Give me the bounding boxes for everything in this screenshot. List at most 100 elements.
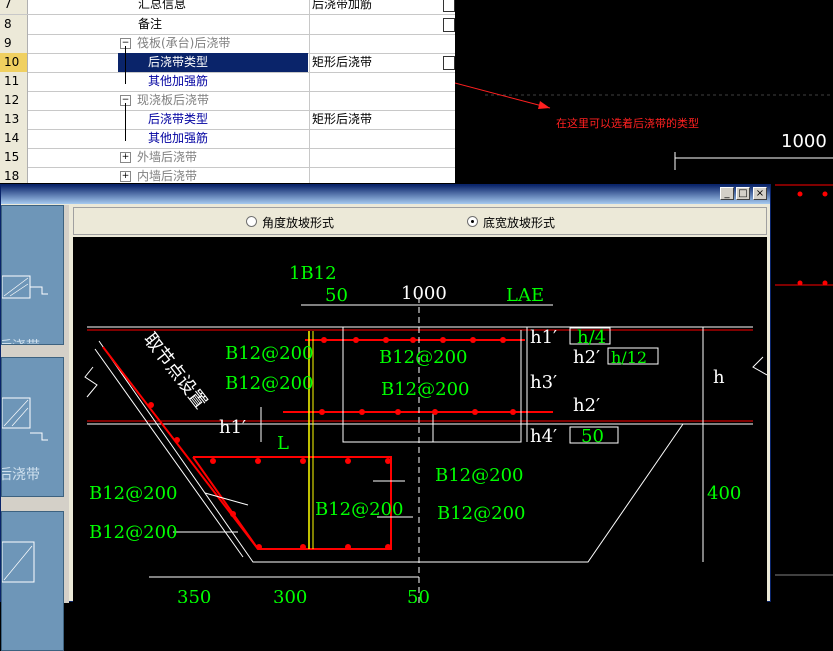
grid-row-18[interactable]: 18 + 内墙后浇带 — [0, 167, 455, 183]
thumb-type-1[interactable]: 底后浇带 — [1, 205, 64, 345]
thumb-preview-icon — [2, 541, 35, 583]
label-h3p: h3′ — [530, 372, 557, 393]
label-b12-7: B12@200 — [315, 499, 404, 520]
label-b12-6: B12@200 — [437, 503, 526, 524]
label-h2p-a: h2′ — [573, 347, 600, 368]
property-grid: 7 汇总信息 后浇带加筋 8 备注 9 − 筏板(承台)后浇带 10 后浇带类型… — [0, 0, 455, 183]
grid-row-12[interactable]: 12 − 现浇板后浇带 — [0, 91, 455, 111]
expand-icon[interactable]: + — [120, 171, 131, 182]
row-number: 18 — [0, 167, 28, 183]
minimize-button[interactable]: _ — [720, 187, 734, 200]
grid-row-7[interactable]: 7 汇总信息 后浇带加筋 — [0, 0, 455, 15]
row-checkbox[interactable] — [443, 0, 455, 12]
row-number: 13 — [0, 110, 28, 129]
close-button[interactable]: × — [753, 187, 767, 200]
row-number: 9 — [0, 34, 28, 53]
label-b12-9: B12@200 — [89, 522, 178, 543]
row-name: 汇总信息 — [138, 0, 187, 11]
row-name: 外墙后浇带 — [137, 150, 198, 164]
label-node-setting: 取节点设置 — [139, 329, 211, 413]
row-value[interactable]: 后浇带加筋 — [309, 0, 435, 14]
row-number: 14 — [0, 129, 28, 148]
dim-50-mid: 50 — [581, 426, 604, 447]
row-name: 其他加强筋 — [148, 74, 209, 88]
row-value[interactable] — [309, 34, 435, 53]
grid-row-14[interactable]: 14 其他加强筋 — [0, 129, 455, 149]
annotation-text: 在这里可以选着后浇带的类型 — [556, 117, 699, 130]
grid-row-13[interactable]: 13 后浇带类型 矩形后浇带 — [0, 110, 455, 130]
angle-slope-label[interactable]: 角度放坡形式 — [262, 214, 334, 231]
thumb-preview-icon — [2, 275, 48, 299]
row-name-text: 后浇带类型 — [148, 55, 209, 69]
row-value[interactable] — [309, 129, 435, 148]
label-h12: h/12 — [611, 348, 647, 367]
thumb-type-3[interactable] — [1, 511, 64, 651]
angle-slope-radio[interactable] — [246, 216, 257, 227]
row-name: 后浇带类型 — [148, 112, 209, 126]
dim-50-bot: 50 — [407, 587, 430, 603]
row-number: 10 — [0, 53, 28, 72]
label-b12-3: B12@200 — [379, 347, 468, 368]
label-L: L — [277, 433, 289, 454]
tree-line — [125, 46, 126, 84]
label-h1p: h1′ — [530, 327, 557, 348]
thumb-label: 汇后浇带 — [2, 467, 40, 483]
row-number: 8 — [0, 15, 28, 34]
dim-350: 350 — [177, 587, 211, 603]
label-lae: LAE — [506, 285, 544, 306]
thumb-type-2[interactable]: 汇后浇带 — [1, 357, 64, 497]
label-b12-4: B12@200 — [381, 379, 470, 400]
grid-row-9[interactable]: 9 − 筏板(承台)后浇带 — [0, 34, 455, 54]
grid-row-15[interactable]: 15 + 外墙后浇带 — [0, 148, 455, 168]
row-name: 其他加强筋 — [148, 131, 209, 145]
maximize-button[interactable]: □ — [736, 187, 750, 200]
label-b12-8: B12@200 — [89, 483, 178, 504]
row-number: 15 — [0, 148, 28, 167]
row-number: 11 — [0, 72, 28, 91]
grid-row-11[interactable]: 11 其他加强筋 — [0, 72, 455, 92]
row-value[interactable]: 矩形后浇带 — [309, 110, 435, 129]
row-name: 后浇带类型 — [118, 53, 308, 72]
row-value[interactable] — [309, 15, 435, 34]
row-name: 筏板(承台)后浇带 — [137, 36, 231, 50]
row-value[interactable]: 矩形后浇带 — [309, 53, 435, 72]
row-number: 12 — [0, 91, 28, 110]
dim-50-top: 50 — [325, 285, 348, 306]
tree-line — [125, 103, 126, 141]
row-value[interactable] — [309, 167, 435, 183]
label-1b12: 1B12 — [289, 263, 337, 284]
dialog-title-bar[interactable]: _ □ × — [1, 185, 770, 204]
width-slope-radio[interactable] — [467, 216, 478, 227]
width-slope-label[interactable]: 底宽放坡形式 — [483, 214, 555, 231]
label-h2p-b: h2′ — [573, 395, 600, 416]
type-thumbnail-panel: 底后浇带 汇后浇带 — [1, 205, 69, 651]
label-b12-5: B12@200 — [435, 465, 524, 486]
cad-canvas[interactable]: 1B12 50 1000 LAE h1′ h/4 h2′ h/12 h3′ h2… — [73, 237, 767, 603]
dim-1000: 1000 — [401, 283, 447, 304]
grid-row-10[interactable]: 10 后浇带类型 矩形后浇带 — [0, 53, 455, 73]
expand-icon[interactable]: + — [120, 152, 131, 163]
label-b12-2: B12@200 — [225, 373, 314, 394]
row-name: 现浇板后浇带 — [137, 93, 210, 107]
row-value[interactable] — [309, 91, 435, 110]
dim-300: 300 — [273, 587, 307, 603]
row-number: 7 — [0, 0, 28, 14]
row-name: 备注 — [138, 17, 163, 31]
slope-mode-options: 角度放坡形式 底宽放坡形式 — [73, 207, 767, 235]
label-h: h — [713, 367, 725, 388]
row-checkbox[interactable] — [443, 56, 455, 70]
row-value[interactable] — [309, 148, 435, 167]
row-value[interactable] — [309, 72, 435, 91]
thumb-label: 底后浇带 — [2, 336, 40, 344]
label-b12-1: B12@200 — [225, 343, 314, 364]
row-checkbox[interactable] — [443, 18, 455, 32]
label-h4p: h4′ — [530, 426, 557, 447]
row-name: 内墙后浇带 — [137, 169, 198, 183]
dim-400: 400 — [707, 483, 741, 504]
label-h4: h/4 — [577, 327, 606, 348]
post-pour-strip-dialog: _ □ × 底后浇带 汇后浇带 — [0, 184, 771, 651]
strip-section-drawing: 1B12 50 1000 LAE h1′ h/4 h2′ h/12 h3′ h2… — [84, 263, 767, 603]
label-h1p-left: h1′ — [219, 417, 246, 438]
grid-row-8[interactable]: 8 备注 — [0, 15, 455, 35]
background-dim-label: 1000 — [781, 131, 827, 152]
